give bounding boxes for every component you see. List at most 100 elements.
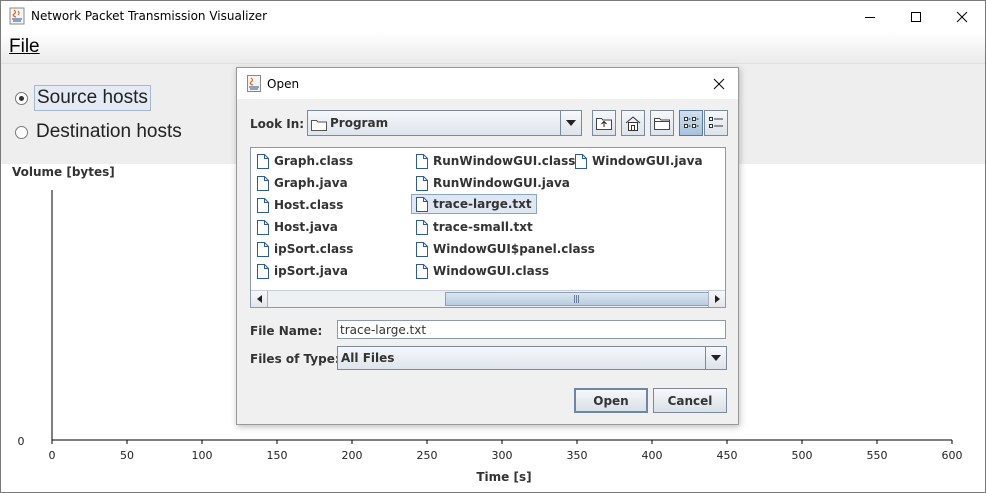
radio-checked-icon <box>15 91 28 105</box>
minimize-button[interactable] <box>847 1 893 32</box>
file-name: Graph.java <box>274 176 348 190</box>
source-hosts-radio[interactable]: Source hosts <box>15 84 151 112</box>
file-name: WindowGUI$panel.class <box>433 242 595 256</box>
look-in-label-text: Look In: <box>250 117 305 131</box>
look-in-value: Program <box>330 116 389 130</box>
file-name: WindowGUI.class <box>433 264 550 278</box>
x-tick-label: 400 <box>642 449 663 462</box>
x-tick-label: 300 <box>492 449 513 462</box>
file-icon <box>416 263 428 279</box>
files-of-type-value: All Files <box>341 351 395 365</box>
x-axis-title: Time [s] <box>476 470 531 484</box>
menu-file-label: File <box>9 36 40 57</box>
open-dialog: Open Look In: Program Graph.class Graph.… <box>236 67 739 425</box>
file-name: RunWindowGUI.class <box>433 154 576 168</box>
x-tick-label: 150 <box>267 449 288 462</box>
new-folder-button[interactable] <box>650 110 674 136</box>
file-icon <box>416 241 428 257</box>
folder-icon <box>311 116 327 135</box>
x-tick-label: 350 <box>567 449 588 462</box>
x-tick-label: 200 <box>342 449 363 462</box>
dialog-title: Open <box>267 77 300 91</box>
file-name: Graph.class <box>274 154 354 168</box>
destination-hosts-label: Destination hosts <box>36 121 182 142</box>
file-icon <box>257 263 269 279</box>
list-item-trace-large-txt[interactable]: trace-large.txt <box>411 194 537 214</box>
x-tick-label: 250 <box>417 449 438 462</box>
menu-file[interactable]: File <box>9 36 40 58</box>
x-tick-label: 0 <box>49 449 56 462</box>
up-one-level-icon <box>596 118 612 130</box>
x-ticks: 0 50 100 150 200 250 300 350 400 450 500 550 600 <box>49 440 963 462</box>
title-bar: Network Packet Transmission Visualizer <box>1 1 985 32</box>
details-view-icon <box>709 117 723 128</box>
list-item-ipsort-java[interactable]: ipSort.java <box>255 261 350 281</box>
minimize-icon <box>865 16 875 18</box>
file-icon <box>257 241 269 257</box>
file-name-label: File Name: <box>250 324 323 338</box>
scroll-left-button[interactable] <box>251 291 268 307</box>
open-button[interactable]: Open <box>574 388 648 413</box>
arrow-left-icon <box>256 295 262 303</box>
close-icon <box>956 11 968 22</box>
grip-icon <box>574 295 579 303</box>
file-icon <box>416 153 428 169</box>
source-hosts-label: Source hosts <box>34 85 151 111</box>
x-tick-label: 450 <box>717 449 738 462</box>
list-item-windowgui-class[interactable]: WindowGUI.class <box>414 261 551 281</box>
file-name-field[interactable] <box>337 320 726 339</box>
file-icon <box>575 153 587 169</box>
look-in-combo[interactable]: Program <box>307 110 582 136</box>
cancel-button[interactable]: Cancel <box>653 388 727 413</box>
chevron-down-icon <box>711 355 721 361</box>
files-of-type-label: Files of Type: <box>250 352 340 366</box>
x-tick-label: 550 <box>867 449 888 462</box>
list-item-runwindowgui-class[interactable]: RunWindowGUI.class <box>414 151 577 171</box>
file-name: trace-large.txt <box>433 197 532 211</box>
file-icon <box>257 153 269 169</box>
list-item-trace-small-txt[interactable]: trace-small.txt <box>414 217 535 237</box>
file-icon <box>416 219 428 235</box>
up-one-level-button[interactable] <box>592 110 616 136</box>
horizontal-scrollbar[interactable] <box>251 290 725 307</box>
list-item-graph-class[interactable]: Graph.class <box>255 151 355 171</box>
y-axis-title: Volume [bytes] <box>12 165 115 179</box>
scrollbar-track[interactable] <box>268 291 709 307</box>
java-app-icon <box>247 75 261 92</box>
file-name: ipSort.java <box>274 264 348 278</box>
maximize-button[interactable] <box>893 1 939 32</box>
new-folder-icon <box>654 118 670 130</box>
file-name: ipSort.class <box>274 242 354 256</box>
home-button[interactable] <box>621 110 645 136</box>
scroll-right-button[interactable] <box>708 291 725 307</box>
dialog-close-button[interactable] <box>709 74 729 94</box>
x-tick-label: 50 <box>120 449 134 462</box>
close-button[interactable] <box>939 1 985 32</box>
arrow-right-icon <box>714 295 720 303</box>
list-item-host-java[interactable]: Host.java <box>255 217 340 237</box>
list-item-windowgui-java[interactable]: WindowGUI.java <box>573 151 705 171</box>
file-name: trace-small.txt <box>433 220 533 234</box>
look-in-dropdown-button[interactable] <box>560 111 581 135</box>
file-name: WindowGUI.java <box>592 154 703 168</box>
files-of-type-dropdown-button[interactable] <box>705 347 726 369</box>
list-item-windowgui-panel-class[interactable]: WindowGUI$panel.class <box>414 239 597 259</box>
radio-unchecked-icon <box>15 125 28 139</box>
scrollbar-thumb[interactable] <box>445 292 709 306</box>
menu-bar: File <box>1 32 985 64</box>
x-tick-label: 600 <box>942 449 963 462</box>
files-of-type-combo[interactable]: All Files <box>337 346 727 370</box>
window-title: Network Packet Transmission Visualizer <box>31 9 268 23</box>
file-icon <box>257 175 269 191</box>
details-view-button[interactable] <box>704 110 728 136</box>
list-item-runwindowgui-java[interactable]: RunWindowGUI.java <box>414 173 572 193</box>
file-icon <box>416 196 428 212</box>
file-icon <box>257 197 269 213</box>
list-item-ipsort-class[interactable]: ipSort.class <box>255 239 355 259</box>
list-item-graph-java[interactable]: Graph.java <box>255 173 350 193</box>
file-list: Graph.class Graph.java Host.class Host.j… <box>250 147 726 308</box>
list-item-host-class[interactable]: Host.class <box>255 195 345 215</box>
file-icon <box>416 175 428 191</box>
list-view-button[interactable] <box>679 110 703 136</box>
destination-hosts-radio[interactable]: Destination hosts <box>15 118 184 146</box>
